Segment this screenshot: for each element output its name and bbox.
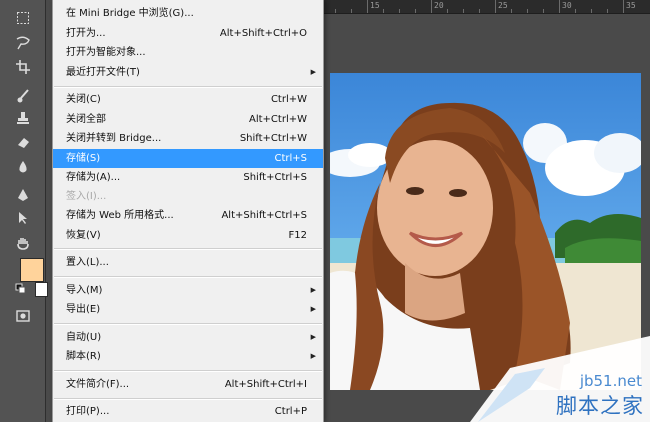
submenu-arrow-icon: ▶ <box>310 68 316 76</box>
menu-item-import[interactable]: 导入(M) ▶ <box>53 281 323 300</box>
ruler-tick: 20 <box>431 0 444 13</box>
drop-icon[interactable] <box>12 157 34 177</box>
ruler-tick: 35 <box>623 0 636 13</box>
menu-separator <box>54 370 322 372</box>
submenu-arrow-icon: ▶ <box>310 286 316 294</box>
pen-icon[interactable] <box>12 185 34 205</box>
stamp-icon[interactable] <box>12 108 34 128</box>
menu-item-print[interactable]: 打印(P)... Ctrl+P <box>53 402 323 421</box>
workspace: 15 20 25 30 35 在 Mini Bridge 中浏览(G)... 打… <box>0 0 650 422</box>
menu-item-save-as[interactable]: 存储为(A)... Shift+Ctrl+S <box>53 168 323 187</box>
hand-icon[interactable] <box>12 233 34 253</box>
ruler-tick: 25 <box>495 0 508 13</box>
menu-item-file-info[interactable]: 文件简介(F)... Alt+Shift+Ctrl+I <box>53 375 323 394</box>
marquee-icon[interactable] <box>12 8 34 28</box>
background-color-swatch[interactable] <box>35 282 48 297</box>
select-arrow-icon[interactable] <box>12 208 34 228</box>
menu-item-close-and-go-to-bridge[interactable]: 关闭并转到 Bridge... Shift+Ctrl+W <box>53 129 323 148</box>
submenu-arrow-icon: ▶ <box>310 352 316 360</box>
submenu-arrow-icon: ▶ <box>310 305 316 313</box>
menu-item-place[interactable]: 置入(L)... <box>53 253 323 272</box>
ruler-tick: 30 <box>559 0 572 13</box>
menu-item-open-as[interactable]: 打开为... Alt+Shift+Ctrl+O <box>53 24 323 43</box>
submenu-arrow-icon: ▶ <box>310 333 316 341</box>
menu-item-close[interactable]: 关闭(C) Ctrl+W <box>53 90 323 109</box>
foreground-color-swatch[interactable] <box>20 258 44 282</box>
watermark-url: jb51.net <box>579 372 642 390</box>
menu-item-close-all[interactable]: 关闭全部 Alt+Ctrl+W <box>53 110 323 129</box>
menu-separator <box>54 276 322 278</box>
lasso-icon[interactable] <box>12 33 34 53</box>
menu-item-browse-mini-bridge[interactable]: 在 Mini Bridge 中浏览(G)... <box>53 4 323 23</box>
site-watermark: jb51.net 脚本之家 <box>470 328 650 422</box>
horizontal-ruler: 15 20 25 30 35 <box>320 0 650 14</box>
menu-separator <box>54 398 322 400</box>
menu-separator <box>54 86 322 88</box>
menu-item-check-in: 签入(I)... <box>66 191 107 202</box>
menu-item-recent-files[interactable]: 最近打开文件(T) ▶ <box>53 63 323 82</box>
menu-item-open-as-smart-object[interactable]: 打开为智能对象... <box>53 43 323 62</box>
menu-item-save[interactable]: 存储(S) Ctrl+S <box>53 149 323 168</box>
eraser-icon[interactable] <box>12 132 34 152</box>
ruler-tick: 15 <box>367 0 380 13</box>
swap-colors-icon[interactable] <box>15 283 27 295</box>
brush-icon[interactable] <box>12 86 34 106</box>
quick-mask-icon[interactable] <box>12 306 34 326</box>
menu-item-scripts[interactable]: 脚本(R) ▶ <box>53 347 323 366</box>
menu-separator <box>54 323 322 325</box>
menu-item-revert[interactable]: 恢复(V) F12 <box>53 226 323 245</box>
menu-item-export[interactable]: 导出(E) ▶ <box>53 300 323 319</box>
menu-separator <box>54 248 322 250</box>
menu-item-save-for-web[interactable]: 存储为 Web 所用格式... Alt+Shift+Ctrl+S <box>53 206 323 225</box>
file-menu: 在 Mini Bridge 中浏览(G)... 打开为... Alt+Shift… <box>52 0 324 422</box>
tools-panel <box>0 0 48 422</box>
crop-icon[interactable] <box>12 57 34 77</box>
menu-item-automate[interactable]: 自动(U) ▶ <box>53 328 323 347</box>
watermark-name: 脚本之家 <box>556 394 644 418</box>
